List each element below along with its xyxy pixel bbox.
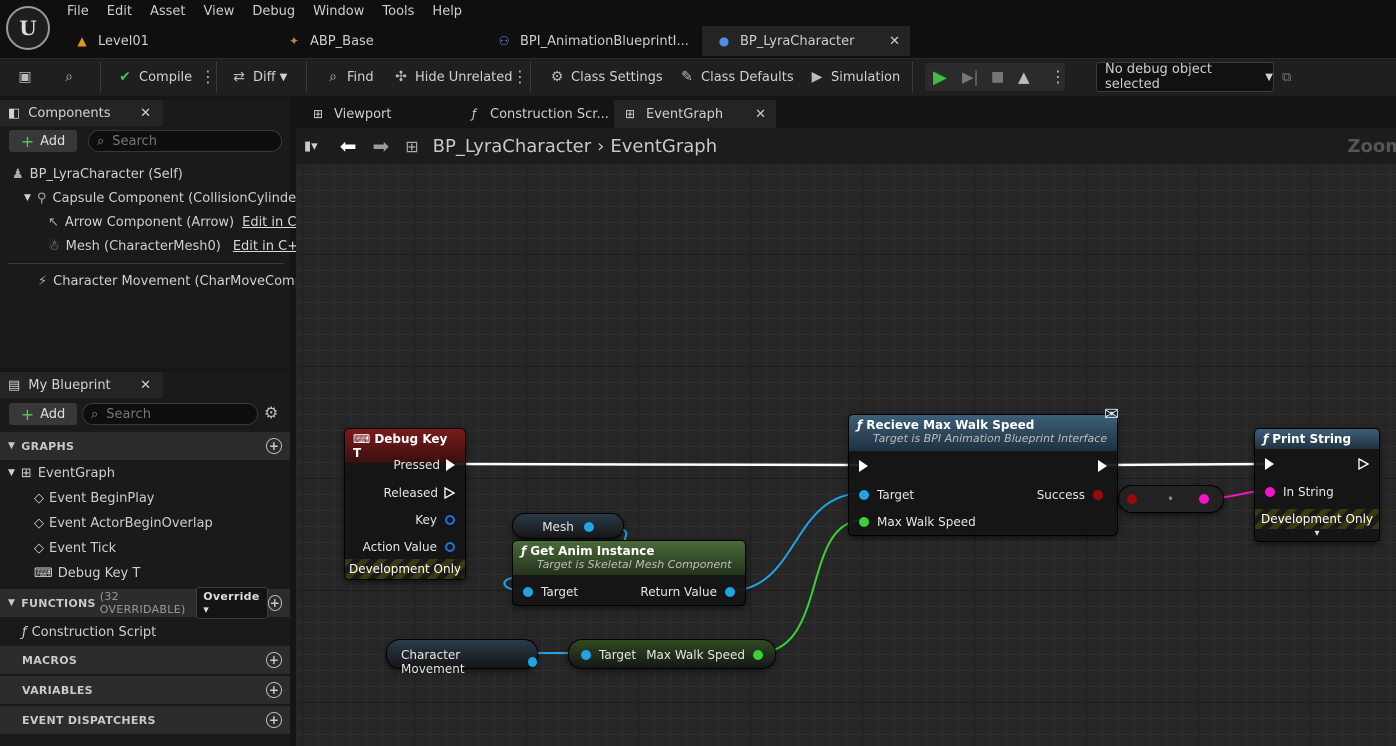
object-pin-icon bbox=[859, 490, 869, 500]
mesh-output-pin[interactable]: Mesh bbox=[513, 520, 623, 534]
recieve-max-walk-speed-node[interactable]: ƒ Recieve Max Walk Speed Target is BPI Ani… bbox=[848, 414, 1118, 536]
expand-chevron-icon[interactable]: ▾ bbox=[1255, 528, 1379, 539]
function-icon: ƒ bbox=[521, 544, 527, 558]
bool-to-string-conversion-node[interactable]: • bbox=[1118, 485, 1224, 513]
struct-pin-icon bbox=[445, 515, 455, 525]
string-pin-icon bbox=[1265, 487, 1275, 497]
exec-wire bbox=[1103, 462, 1269, 467]
character-movement-variable-node[interactable]: Character Movement bbox=[386, 639, 538, 676]
function-icon: ƒ bbox=[1263, 432, 1269, 446]
pressed-pin[interactable]: Pressed bbox=[393, 458, 455, 472]
object-pin-icon bbox=[523, 587, 533, 597]
exec-pin-outline-icon bbox=[444, 487, 455, 499]
node-header: ƒ Print String bbox=[1255, 429, 1379, 449]
development-only-banner: Development Only bbox=[1255, 509, 1379, 529]
float-wire bbox=[756, 519, 865, 654]
exec-pin-icon bbox=[859, 460, 868, 472]
get-max-walk-speed-node[interactable]: Target Max Walk Speed bbox=[568, 639, 776, 669]
object-pin-icon bbox=[581, 650, 591, 660]
exec-pin-icon bbox=[1265, 458, 1274, 470]
exec-wire bbox=[454, 462, 861, 467]
released-pin[interactable]: Released bbox=[383, 486, 455, 500]
exec-pin-icon bbox=[446, 459, 455, 471]
node-header: ƒ Recieve Max Walk Speed Target is BPI Ani… bbox=[849, 415, 1117, 451]
return-value-pin[interactable]: Return Value bbox=[640, 585, 735, 599]
development-only-banner: Development Only bbox=[345, 559, 465, 579]
function-icon: ƒ bbox=[857, 418, 863, 432]
exec-in-pin[interactable] bbox=[1265, 458, 1274, 470]
float-pin-icon bbox=[859, 517, 869, 527]
max-walk-speed-pin[interactable]: Max Walk Speed bbox=[859, 515, 976, 529]
debug-key-t-node[interactable]: ⌨ Debug Key T Pressed Released Key Action… bbox=[344, 428, 466, 580]
exec-in-pin[interactable] bbox=[859, 460, 868, 472]
target-pin[interactable]: Target bbox=[523, 585, 578, 599]
success-pin[interactable]: Success bbox=[1037, 488, 1103, 502]
exec-pin-icon bbox=[1098, 460, 1107, 472]
object-pin-icon bbox=[725, 587, 735, 597]
in-string-pin[interactable]: In String bbox=[1265, 485, 1334, 499]
exec-out-pin[interactable] bbox=[1358, 458, 1369, 470]
string-pin-icon bbox=[1199, 494, 1209, 504]
object-wire bbox=[727, 492, 865, 592]
wires-layer bbox=[454, 462, 1271, 654]
bool-pin-icon bbox=[1093, 490, 1103, 500]
target-pin[interactable]: Target bbox=[859, 488, 914, 502]
character-movement-output-pin[interactable]: Character Movement bbox=[401, 648, 537, 676]
max-walk-speed-output-pin[interactable]: Max Walk Speed bbox=[646, 648, 763, 662]
float-pin-icon bbox=[753, 650, 763, 660]
print-string-node[interactable]: ƒ Print String In String Development Only… bbox=[1254, 428, 1380, 542]
exec-pin-outline-icon bbox=[1358, 458, 1369, 470]
action-value-pin[interactable]: Action Value bbox=[363, 540, 455, 554]
message-envelope-icon: ✉ bbox=[1104, 404, 1120, 425]
get-anim-instance-node[interactable]: ƒ Get Anim Instance Target is Skeletal Mes… bbox=[512, 540, 746, 606]
struct-pin-icon bbox=[445, 542, 455, 552]
bool-pin-icon bbox=[1127, 494, 1137, 504]
mesh-variable-node[interactable]: Mesh bbox=[512, 513, 624, 539]
target-pin[interactable]: Target bbox=[581, 648, 636, 662]
object-pin-icon bbox=[583, 522, 594, 532]
node-header: ƒ Get Anim Instance Target is Skeletal Mes… bbox=[513, 541, 745, 575]
exec-out-pin[interactable] bbox=[1098, 460, 1107, 472]
keyboard-icon: ⌨ bbox=[353, 432, 371, 446]
key-pin[interactable]: Key bbox=[415, 513, 455, 527]
object-pin-icon bbox=[527, 657, 537, 667]
conversion-dot-icon: • bbox=[1167, 492, 1175, 506]
